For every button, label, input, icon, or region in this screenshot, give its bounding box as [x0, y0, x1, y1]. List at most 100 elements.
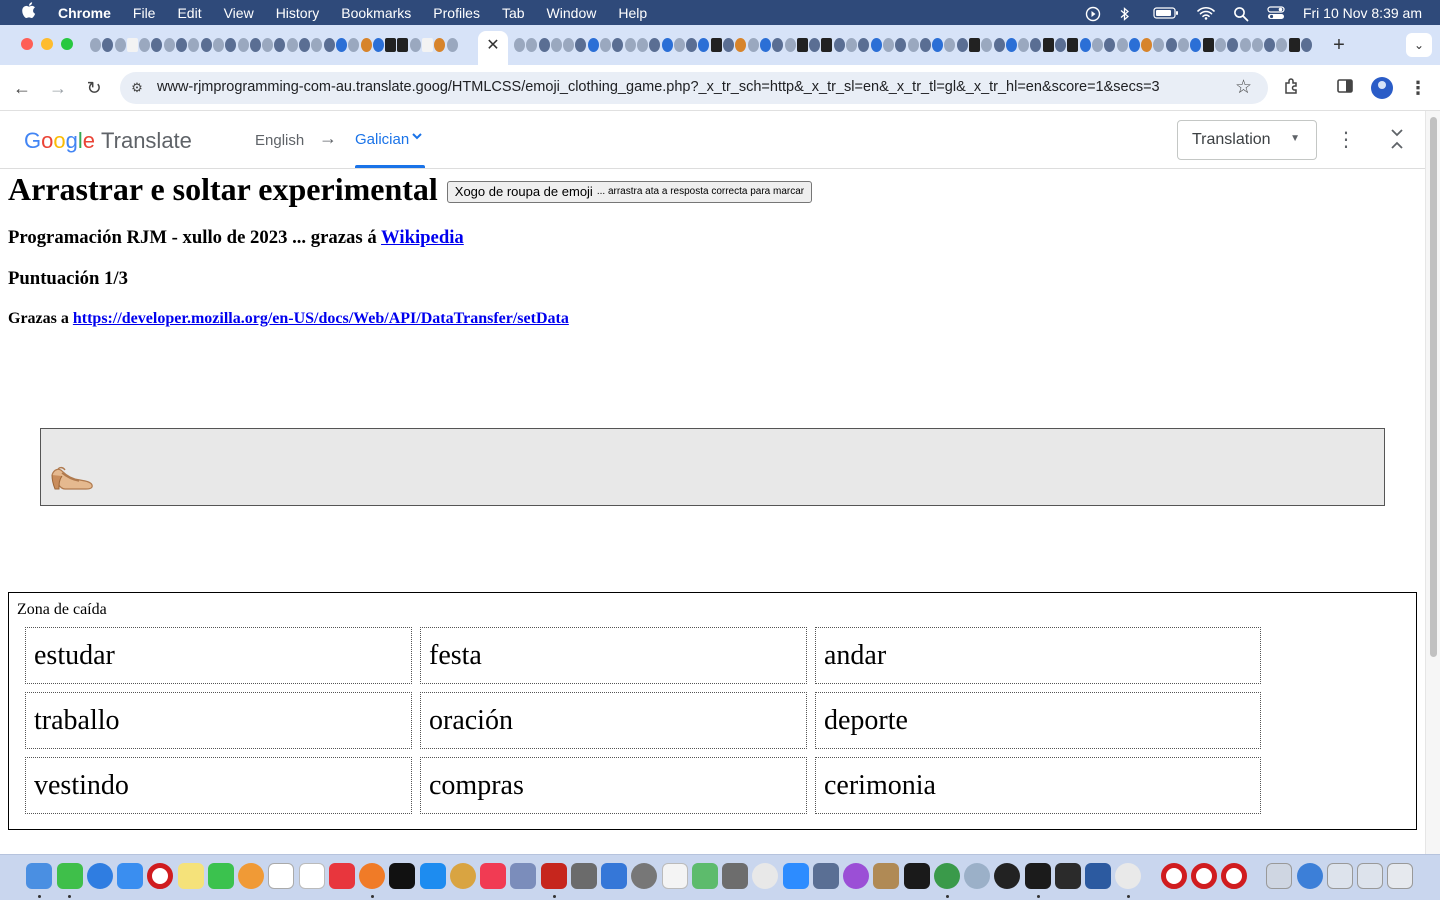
back-arrow-icon[interactable]: ←	[11, 77, 33, 99]
tab-favicon-icon[interactable]	[1005, 38, 1017, 52]
tab-favicon-icon[interactable]	[274, 38, 286, 52]
collapse-bar-icon[interactable]	[1386, 127, 1408, 153]
podcasts-icon[interactable]	[843, 863, 869, 889]
target-language-dropdown[interactable]: Galician	[355, 131, 409, 148]
tab-favicon-icon[interactable]	[784, 38, 796, 52]
more-options-icon[interactable]: ⋮	[1336, 128, 1356, 152]
facetime-icon[interactable]	[208, 863, 234, 889]
tab-favicon-icon[interactable]	[1178, 38, 1190, 52]
tab-favicons-right[interactable]	[514, 36, 1324, 54]
contacts-icon[interactable]	[873, 863, 899, 889]
tab-favicon-icon[interactable]	[993, 38, 1005, 52]
opera-icon[interactable]	[147, 863, 173, 889]
opera-window-icon[interactable]	[1161, 863, 1187, 889]
tab-favicon-icon[interactable]	[723, 38, 735, 52]
chevron-down-icon[interactable]	[411, 129, 423, 145]
tab-favicon-icon[interactable]	[821, 38, 833, 52]
music-icon[interactable]	[480, 863, 506, 889]
menu-window[interactable]: Window	[547, 5, 597, 21]
tab-favicon-icon[interactable]	[600, 38, 612, 52]
tab-favicon-icon[interactable]	[772, 38, 784, 52]
firefox-icon[interactable]	[359, 863, 385, 889]
tab-favicon-icon[interactable]	[1018, 38, 1030, 52]
tab-favicon-icon[interactable]	[1030, 38, 1042, 52]
menu-edit[interactable]: Edit	[177, 5, 201, 21]
screenshots-stack-icon[interactable]	[1357, 863, 1383, 889]
active-tab-close-icon[interactable]: ✕	[478, 31, 508, 65]
menu-bookmarks[interactable]: Bookmarks	[341, 5, 411, 21]
tab-favicon-icon[interactable]	[649, 38, 661, 52]
tab-favicon-icon[interactable]	[1055, 38, 1067, 52]
menu-help[interactable]: Help	[618, 5, 647, 21]
page-scrollbar[interactable]	[1425, 111, 1440, 854]
tab-favicon-icon[interactable]	[385, 38, 397, 52]
tab-favicon-icon[interactable]	[612, 38, 624, 52]
tab-search-chevron-icon[interactable]: ⌄	[1406, 33, 1432, 57]
tab-favicon-icon[interactable]	[1288, 38, 1300, 52]
tab-favicon-icon[interactable]	[870, 38, 882, 52]
tab-favicon-icon[interactable]	[747, 38, 759, 52]
scrollbar-thumb[interactable]	[1430, 117, 1437, 657]
calendar-icon[interactable]	[268, 863, 294, 889]
tab-favicon-icon[interactable]	[1251, 38, 1263, 52]
tab-favicon-icon[interactable]	[882, 38, 894, 52]
answer-cell-vestindo[interactable]: vestindo	[25, 757, 412, 814]
tab-favicon-icon[interactable]	[409, 38, 421, 52]
tab-favicon-icon[interactable]	[151, 38, 163, 52]
tab-favicon-icon[interactable]	[1091, 38, 1103, 52]
tab-favicon-icon[interactable]	[311, 38, 323, 52]
tab-favicon-icon[interactable]	[1128, 38, 1140, 52]
tab-favicon-icon[interactable]	[163, 38, 175, 52]
reload-icon[interactable]: ↻	[83, 77, 105, 99]
gimp-icon[interactable]	[1115, 863, 1141, 889]
tab-favicon-icon[interactable]	[981, 38, 993, 52]
tab-favicon-icon[interactable]	[1153, 38, 1165, 52]
finder-icon[interactable]	[26, 863, 52, 889]
documents-folder-icon[interactable]	[1266, 863, 1292, 889]
answer-cell-cerimonia[interactable]: cerimonia	[815, 757, 1261, 814]
forward-arrow-icon[interactable]: →	[47, 77, 69, 99]
maps-icon[interactable]	[692, 863, 718, 889]
xcode-icon[interactable]	[601, 863, 627, 889]
inkscape-icon[interactable]	[1085, 863, 1111, 889]
tab-favicon-icon[interactable]	[422, 38, 434, 52]
menu-tab[interactable]: Tab	[502, 5, 525, 21]
control-center-icon[interactable]	[1267, 5, 1285, 20]
chrome-icon[interactable]	[934, 863, 960, 889]
bookmark-star-icon[interactable]: ☆	[1235, 76, 1252, 99]
tab-favicon-icon[interactable]	[1301, 38, 1312, 52]
tab-favicon-icon[interactable]	[90, 38, 101, 52]
tab-favicon-icon[interactable]	[1227, 38, 1239, 52]
tab-favicon-icon[interactable]	[212, 38, 224, 52]
chrome-menu-icon[interactable]: ⋮	[1407, 77, 1429, 99]
app-store-icon[interactable]	[420, 863, 446, 889]
tab-favicon-icon[interactable]	[735, 38, 747, 52]
tab-favicon-icon[interactable]	[1190, 38, 1202, 52]
tab-favicon-icon[interactable]	[1264, 38, 1276, 52]
github-desktop-icon[interactable]	[994, 863, 1020, 889]
wifi-icon[interactable]	[1197, 6, 1215, 20]
news-icon[interactable]	[329, 863, 355, 889]
answer-cell-deporte[interactable]: deporte	[815, 692, 1261, 749]
tab-favicon-icon[interactable]	[944, 38, 956, 52]
tab-favicon-icon[interactable]	[526, 38, 538, 52]
tab-favicon-icon[interactable]	[397, 38, 409, 52]
tab-favicon-icon[interactable]	[1116, 38, 1128, 52]
tab-favicon-icon[interactable]	[895, 38, 907, 52]
network-globe-icon[interactable]	[1297, 863, 1323, 889]
tab-favicon-icon[interactable]	[956, 38, 968, 52]
zoom-icon[interactable]	[783, 863, 809, 889]
virtual-machine-icon[interactable]	[813, 863, 839, 889]
tab-favicon-icon[interactable]	[858, 38, 870, 52]
address-url[interactable]: www-rjmprogramming-com-au.translate.goog…	[157, 79, 1160, 95]
tab-favicon-icon[interactable]	[563, 38, 575, 52]
side-panel-icon[interactable]	[1334, 77, 1356, 99]
textedit-icon[interactable]	[662, 863, 688, 889]
reminders-icon[interactable]	[299, 863, 325, 889]
filezilla-icon[interactable]	[541, 863, 567, 889]
tab-favicon-icon[interactable]	[1042, 38, 1054, 52]
tab-favicon-icon[interactable]	[1202, 38, 1214, 52]
tab-favicon-icon[interactable]	[1165, 38, 1177, 52]
tab-favicon-icon[interactable]	[587, 38, 599, 52]
tab-favicon-icon[interactable]	[249, 38, 261, 52]
